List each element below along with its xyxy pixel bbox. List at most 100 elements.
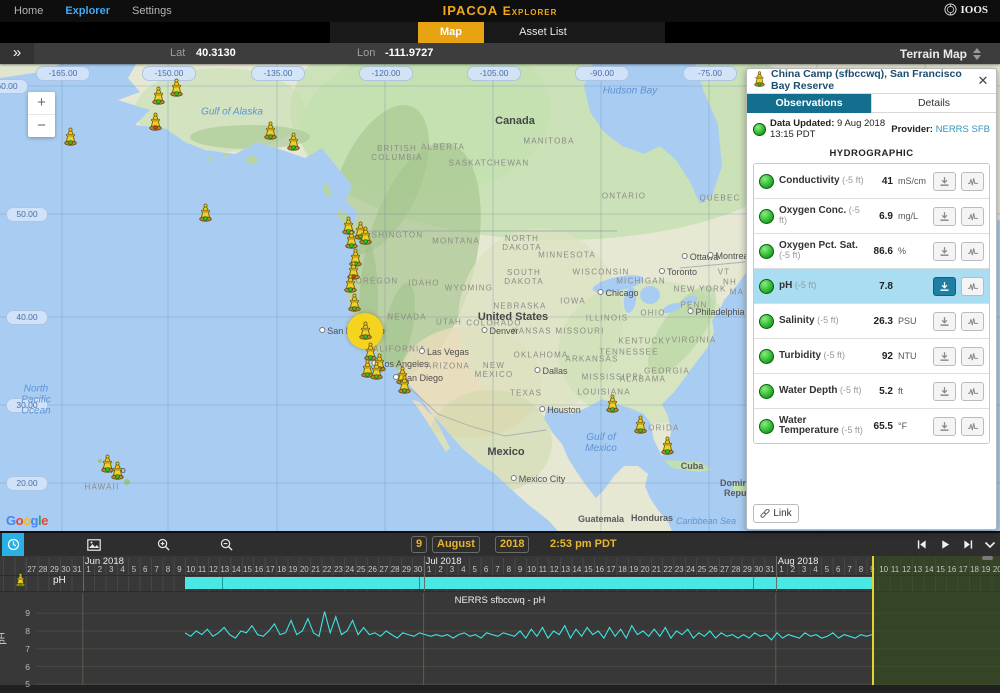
collapse-timeline-button[interactable] <box>981 533 999 556</box>
sidebar-expand-button[interactable]: » <box>0 43 34 64</box>
observation-row[interactable]: pH (-5 ft)7.8 <box>754 269 989 304</box>
zoom-out-icon <box>220 538 233 551</box>
lat-chip: 40.00 <box>6 310 48 325</box>
step-forward-button[interactable] <box>959 533 977 556</box>
timeline-day-label: 31 <box>764 565 775 574</box>
map-zoom-out-button[interactable]: − <box>28 115 55 137</box>
timeline-day-label: 4 <box>810 565 821 574</box>
waveform-icon <box>967 211 979 222</box>
date-year-button[interactable]: 2018 <box>495 536 529 553</box>
observation-row[interactable]: Oxygen Conc. (-5 ft)6.9mg/L <box>754 199 989 234</box>
download-button[interactable] <box>933 347 956 366</box>
download-button[interactable] <box>933 207 956 226</box>
timeline-zoom-in-button[interactable] <box>153 533 173 556</box>
timeline-zoom-out-button[interactable] <box>216 533 236 556</box>
timeline-day-label: 13 <box>912 565 923 574</box>
download-button[interactable] <box>933 277 956 296</box>
download-button[interactable] <box>933 172 956 191</box>
asset-marker-buoy[interactable] <box>660 436 675 455</box>
chart-button[interactable] <box>961 347 984 366</box>
asset-marker-buoy[interactable] <box>347 293 362 312</box>
chart-button[interactable] <box>961 312 984 331</box>
chart-button[interactable] <box>961 417 984 436</box>
data-availability-bar[interactable] <box>185 577 872 589</box>
observation-value: 41 <box>869 176 893 187</box>
map-label: NEW YORK <box>673 285 726 294</box>
google-logo[interactable]: Google <box>6 513 48 528</box>
status-ok-icon <box>759 349 774 364</box>
observation-row[interactable]: Water Temperature (-5 ft)65.5°F <box>754 409 989 443</box>
asset-marker-buoy[interactable] <box>151 86 166 105</box>
download-button[interactable] <box>933 312 956 331</box>
link-button[interactable]: Link <box>753 504 799 523</box>
chart-ytick-label: 6 <box>0 662 30 672</box>
chart-button[interactable] <box>961 382 984 401</box>
map-label: IOWA <box>560 297 586 306</box>
asset-marker-buoy[interactable] <box>63 127 78 146</box>
observation-unit: °F <box>898 421 928 431</box>
download-button[interactable] <box>933 382 956 401</box>
provider-link[interactable]: NERRS SFB <box>936 124 990 135</box>
asset-marker-buoy[interactable] <box>358 226 373 245</box>
chart-button[interactable] <box>961 172 984 191</box>
asset-marker-buoy[interactable] <box>397 375 412 394</box>
scrollbar-thumb[interactable] <box>982 556 993 560</box>
asset-marker-buoy[interactable] <box>369 361 384 380</box>
map-label: MONTANA <box>432 237 480 246</box>
date-month-button[interactable]: August <box>432 536 480 553</box>
close-icon[interactable]: ✕ <box>976 73 990 89</box>
tab-asset-list[interactable]: Asset List <box>484 22 602 43</box>
basemap-dropdown[interactable]: Terrain Map <box>900 43 982 64</box>
observation-row[interactable]: Salinity (-5 ft)26.3PSU <box>754 304 989 339</box>
asset-marker-buoy[interactable] <box>110 461 125 480</box>
availability-gap <box>753 577 754 589</box>
map-label: VIRGINIA <box>672 336 717 345</box>
chart-button[interactable] <box>961 207 984 226</box>
asset-marker-buoy[interactable] <box>286 132 301 151</box>
asset-marker-buoy[interactable] <box>344 230 359 249</box>
map-label: OKLAHOMA <box>514 351 569 360</box>
panel-spacer <box>747 444 996 504</box>
asset-marker-buoy[interactable] <box>169 78 184 97</box>
asset-marker-buoy[interactable] <box>358 321 373 340</box>
time-mode-button[interactable] <box>2 533 24 556</box>
timeline-day-label: 16 <box>594 565 605 574</box>
date-day-button[interactable]: 9 <box>411 536 427 553</box>
export-image-button[interactable] <box>84 533 104 556</box>
lat-chip: 50.00 <box>6 207 48 222</box>
observation-row[interactable]: Water Depth (-5 ft)5.2ft <box>754 374 989 409</box>
map-label: GEORGIA <box>644 367 690 376</box>
step-back-button[interactable] <box>912 533 930 556</box>
lat-value: 40.3130 <box>196 43 236 64</box>
asset-marker-buoy[interactable] <box>148 112 163 131</box>
tab-map[interactable]: Map <box>418 22 484 43</box>
asset-marker-buoy[interactable] <box>263 121 278 140</box>
asset-marker-buoy[interactable] <box>343 274 358 293</box>
timeline-day-label: 5 <box>821 565 832 574</box>
observation-value: 26.3 <box>869 316 893 327</box>
buoy-icon <box>753 71 766 92</box>
timeline-series-label: pH <box>53 575 66 586</box>
map-label: Hudson Bay <box>603 86 657 97</box>
observation-row[interactable]: Oxygen Pct. Sat. (-5 ft)86.6% <box>754 234 989 269</box>
map-zoom-in-button[interactable]: + <box>28 92 55 115</box>
tab-observations[interactable]: Observations <box>747 94 871 113</box>
time-cursor[interactable] <box>872 556 874 685</box>
asset-marker-buoy[interactable] <box>198 203 213 222</box>
chart-button[interactable] <box>961 277 984 296</box>
play-button[interactable] <box>936 533 954 556</box>
observation-unit: PSU <box>898 316 928 326</box>
chart-button[interactable] <box>961 242 984 261</box>
timeline-day-label: 25 <box>696 565 707 574</box>
observation-row[interactable]: Conductivity (-5 ft)41mS/cm <box>754 164 989 199</box>
download-button[interactable] <box>933 417 956 436</box>
tab-details[interactable]: Details <box>871 94 996 113</box>
top-navigation-bar: HomeExplorerSettings IPACOA Explorer IOO… <box>0 0 1000 22</box>
asset-marker-buoy[interactable] <box>605 394 620 413</box>
timeline-day-label: 30 <box>753 565 764 574</box>
timeline-day-label: 11 <box>889 565 900 574</box>
observation-row[interactable]: Turbidity (-5 ft)92NTU <box>754 339 989 374</box>
asset-marker-buoy[interactable] <box>633 415 648 434</box>
status-ok-icon <box>759 419 774 434</box>
download-button[interactable] <box>933 242 956 261</box>
